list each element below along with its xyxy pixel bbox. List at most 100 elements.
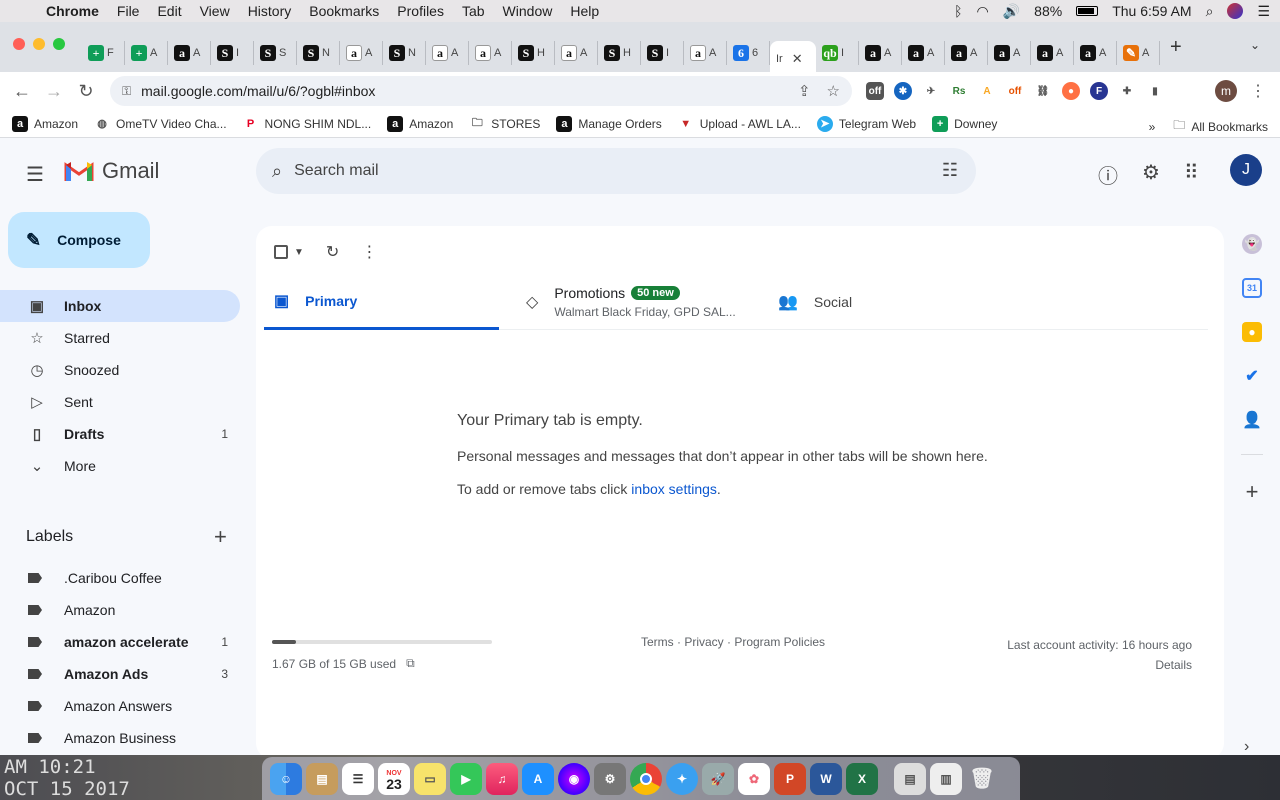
trash-icon[interactable]: 🗑 [966, 763, 998, 795]
browser-tab[interactable]: aA [1074, 41, 1117, 65]
search-bar[interactable]: ⌕ Search mail ☷ [256, 148, 976, 194]
chrome-app-icon[interactable] [630, 762, 662, 795]
gmail-logo[interactable]: Gmail [64, 158, 159, 184]
bookmark-item[interactable]: + Downey [932, 115, 997, 132]
spotlight-icon[interactable]: ⌕ [1206, 3, 1214, 20]
inbox-settings-link[interactable]: inbox settings [631, 481, 717, 497]
browser-tab[interactable]: aA [340, 41, 383, 65]
menu-profiles[interactable]: Profiles [388, 3, 453, 19]
browser-tab[interactable]: aA [168, 41, 211, 65]
bookmark-item[interactable]: a Amazon [12, 115, 78, 132]
get-addons-plus-icon[interactable]: + [1246, 479, 1259, 505]
volume-icon[interactable]: 🔊 [1003, 3, 1020, 20]
site-info-icon[interactable]: ⚿ [122, 84, 131, 99]
browser-tab[interactable]: 66 [727, 41, 770, 65]
open-external-icon[interactable]: ⧉ [406, 656, 415, 671]
word-icon[interactable]: W [810, 762, 842, 795]
address-bar[interactable]: ⚿ mail.google.com/mail/u/6/?ogbl#inbox ⇪… [110, 76, 852, 106]
bookmark-item[interactable]: ➤ Telegram Web [816, 115, 916, 132]
more-actions-icon[interactable]: ⋮ [361, 242, 377, 262]
nav-item-sent[interactable]: ▷ Sent [0, 386, 240, 418]
browser-tab[interactable]: aA [859, 41, 902, 65]
search-icon[interactable]: ⌕ [272, 161, 282, 182]
menubar-clock[interactable]: Thu 6:59 AM [1112, 3, 1191, 19]
browser-tab[interactable]: aA [1031, 41, 1074, 65]
bookmark-item[interactable]: ▼ Upload - AWL LA... [678, 116, 801, 132]
powerpoint-icon[interactable]: P [774, 762, 806, 795]
facetime-icon[interactable]: ▶ [450, 762, 482, 795]
browser-tab[interactable]: aA [945, 41, 988, 65]
browser-tab[interactable]: ✎ A [1117, 41, 1160, 65]
refresh-icon[interactable]: ↻ [326, 242, 339, 262]
menu-edit[interactable]: Edit [148, 3, 190, 19]
apps-grid-icon[interactable]: ⠿ [1184, 160, 1199, 189]
details-link[interactable]: Details [1007, 655, 1192, 675]
finder-icon[interactable]: ☺ [270, 762, 302, 795]
browser-tab[interactable]: SH [598, 41, 641, 65]
policy-links[interactable]: Terms · Privacy · Program Policies [641, 635, 825, 649]
contacts-icon[interactable]: 👤 [1242, 410, 1262, 430]
nav-item-more[interactable]: ⌄ More [0, 450, 240, 482]
downloads-stack-icon[interactable]: ▥ [930, 762, 962, 795]
browser-tab[interactable]: aA [988, 41, 1031, 65]
back-button[interactable]: ← [6, 81, 38, 102]
notes-app-icon[interactable]: ▤ [306, 762, 338, 795]
browser-tab[interactable]: SH [512, 41, 555, 65]
siri-app-icon[interactable]: ◉ [558, 762, 590, 795]
siri-icon[interactable] [1227, 3, 1244, 19]
browser-tab[interactable]: aA [902, 41, 945, 65]
battery-percent[interactable]: 88% [1034, 3, 1062, 19]
nav-item-drafts[interactable]: ▯ Drafts 1 [0, 418, 240, 450]
extension-blue-icon[interactable]: ✱ [894, 82, 912, 100]
bookmark-item[interactable]: ◍ OmeTV Video Cha... [94, 116, 226, 132]
browser-tab[interactable]: aA [555, 41, 598, 65]
calendar-app-icon[interactable]: NOV 23 [378, 762, 410, 795]
system-preferences-icon[interactable]: ⚙ [594, 762, 626, 795]
settings-gear-icon[interactable]: ⚙ [1142, 160, 1160, 189]
select-all-checkbox[interactable] [274, 245, 288, 259]
bookmark-item[interactable]: a Amazon [387, 115, 453, 132]
browser-tab[interactable]: SI [641, 41, 684, 65]
nav-item-snoozed[interactable]: ◷ Snoozed [0, 354, 240, 386]
launchpad-icon[interactable]: 🚀 [702, 762, 734, 795]
select-dropdown-icon[interactable]: ▼ [294, 247, 304, 258]
main-menu-icon[interactable]: ☰ [26, 162, 44, 187]
search-input[interactable]: Search mail [294, 162, 378, 180]
url-text[interactable]: mail.google.com/mail/u/6/?ogbl#inbox [141, 83, 375, 99]
extension-f-icon[interactable]: F [1090, 82, 1108, 100]
browser-tab[interactable]: SI [211, 41, 254, 65]
browser-tab[interactable]: qb I [816, 41, 859, 65]
more-bookmarks-icon[interactable]: » [1149, 120, 1156, 134]
account-avatar[interactable]: J [1230, 154, 1262, 186]
menu-history[interactable]: History [239, 3, 301, 19]
browser-tab[interactable]: aA [426, 41, 469, 65]
bookmark-item[interactable]: 🗀 STORES [469, 116, 541, 132]
bluetooth-icon[interactable]: ᛒ [954, 3, 962, 19]
tab-promotions[interactable]: ◇ Promotions 50 new Walmart Black Friday… [526, 274, 736, 330]
label-item[interactable]: .Caribou Coffee [0, 562, 240, 594]
menu-window[interactable]: Window [494, 3, 562, 19]
menu-bookmarks[interactable]: Bookmarks [300, 3, 388, 19]
nav-item-inbox[interactable]: ▣ Inbox [0, 290, 240, 322]
compose-button[interactable]: ✎ Compose [8, 212, 150, 268]
browser-tab[interactable]: SS [254, 41, 297, 65]
control-center-icon[interactable]: ☰ [1257, 3, 1270, 20]
minimize-window-button[interactable] [33, 38, 45, 50]
excel-icon[interactable]: X [846, 762, 878, 795]
tasks-icon[interactable]: ✔ [1242, 366, 1262, 386]
label-item[interactable]: amazon accelerate 1 [0, 626, 240, 658]
label-item[interactable]: Amazon Business [0, 722, 240, 754]
wifi-icon[interactable]: ◠ [977, 3, 989, 20]
forward-button[interactable]: → [38, 81, 70, 102]
search-options-icon[interactable]: ☷ [942, 160, 958, 181]
app-store-icon[interactable]: A [522, 762, 554, 795]
chrome-menu-icon[interactable]: ⋮ [1250, 81, 1266, 101]
share-icon[interactable]: ⇪ [798, 82, 811, 100]
label-item[interactable]: Amazon Ads 3 [0, 658, 240, 690]
create-label-plus-icon[interactable]: + [214, 524, 227, 550]
show-side-panel-chevron-icon[interactable]: › [1244, 738, 1249, 756]
bookmark-item[interactable]: P NONG SHIM NDL... [243, 116, 371, 132]
extension-ghost-icon[interactable]: 👻 [1242, 234, 1262, 254]
browser-tab[interactable]: aA [469, 41, 512, 65]
browser-tab[interactable]: + F [82, 41, 125, 65]
